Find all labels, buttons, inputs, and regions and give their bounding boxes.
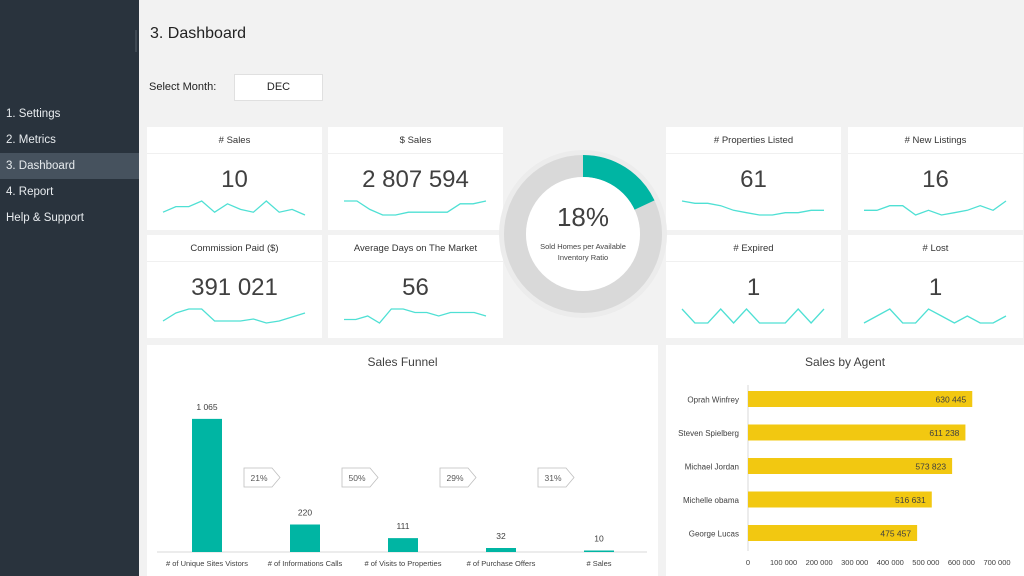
sparkline-line bbox=[681, 308, 825, 324]
kpi-value: 10 bbox=[221, 166, 248, 193]
sidebar-item-metrics[interactable]: 2. Metrics bbox=[0, 127, 139, 153]
sparkline bbox=[344, 200, 487, 216]
sparkline bbox=[162, 200, 306, 216]
kpi-title: # New Listings bbox=[848, 127, 1023, 154]
sparkline bbox=[162, 308, 306, 324]
donut-caption-line2: Inventory Ratio bbox=[557, 253, 609, 262]
sparkline-line bbox=[344, 308, 487, 324]
kpi-card-sales-amount: $ Sales 2 807 594 bbox=[328, 127, 503, 230]
funnel-category-label: # of Informations Calls bbox=[268, 559, 343, 568]
kpi-title: Commission Paid ($) bbox=[147, 235, 322, 262]
sales-by-agent-chart: Oprah Winfrey 630 445 Steven Spielberg 611 … bbox=[678, 385, 1011, 567]
funnel-bar-value: 111 bbox=[397, 521, 410, 531]
kpi-title: $ Sales bbox=[328, 127, 503, 154]
month-label: Select Month: bbox=[149, 81, 217, 93]
agent-x-tick-label: 700 000 bbox=[983, 558, 1010, 567]
funnel-conversion-rate: 31% bbox=[544, 473, 561, 483]
inventory-ratio-donut: 18% Sold Homes per Available Inventory R… bbox=[493, 140, 673, 330]
kpi-title: # Lost bbox=[848, 235, 1023, 262]
page-title: 3. Dashboard bbox=[150, 25, 247, 42]
funnel-bar bbox=[584, 550, 614, 552]
sparkline bbox=[681, 308, 825, 324]
donut-caption: Sold Homes per Available Inventory Ratio bbox=[533, 241, 633, 263]
agent-bar-value: 611 238 bbox=[929, 428, 959, 438]
kpi-title: # Expired bbox=[666, 235, 841, 262]
sparkline bbox=[681, 200, 824, 216]
kpi-value: 61 bbox=[740, 166, 767, 193]
kpi-title: Average Days on The Market bbox=[328, 235, 503, 262]
agent-name-label: Michael Jordan bbox=[685, 463, 739, 472]
sparkline-line bbox=[863, 308, 1007, 324]
agent-x-tick-label: 100 000 bbox=[770, 558, 797, 567]
sparkline-line bbox=[681, 200, 824, 216]
funnel-category-label: # of Unique Sites Vistors bbox=[166, 559, 248, 568]
funnel-bar bbox=[290, 524, 320, 552]
sparkline bbox=[864, 200, 1007, 216]
sidebar-item-help-support[interactable]: Help & Support bbox=[0, 205, 139, 231]
sparkline-line bbox=[864, 200, 1007, 216]
agent-bar-value: 516 631 bbox=[895, 495, 926, 505]
sidebar-item-dashboard[interactable]: 3. Dashboard bbox=[0, 153, 139, 179]
sparkline bbox=[344, 308, 487, 324]
funnel-bar-value: 32 bbox=[496, 531, 506, 541]
agent-x-tick-label: 300 000 bbox=[841, 558, 868, 567]
funnel-category-label: # of Purchase Offers bbox=[467, 559, 536, 568]
kpi-card-lost: # Lost 1 bbox=[848, 235, 1023, 338]
sidebar-item-report[interactable]: 4. Report bbox=[0, 179, 139, 205]
agent-name-label: Steven Spielberg bbox=[678, 429, 739, 438]
funnel-conversion-rate: 50% bbox=[348, 473, 365, 483]
agent-x-tick-label: 0 bbox=[746, 558, 750, 567]
kpi-card-avg-days-market: Average Days on The Market 56 bbox=[328, 235, 503, 338]
sidebar-item-settings[interactable]: 1. Settings bbox=[0, 101, 139, 127]
kpi-title: # Properties Listed bbox=[666, 127, 841, 154]
sidebar: 1. Settings 2. Metrics 3. Dashboard 4. R… bbox=[0, 0, 139, 576]
agent-name-label: Oprah Winfrey bbox=[687, 396, 739, 405]
kpi-card-properties-listed: # Properties Listed 61 bbox=[666, 127, 841, 230]
sparkline-line bbox=[162, 200, 306, 216]
funnel-bar-value: 220 bbox=[298, 508, 312, 518]
sparkline-line bbox=[162, 308, 306, 324]
kpi-value: 16 bbox=[922, 166, 949, 193]
funnel-conversion-rate: 29% bbox=[446, 473, 463, 483]
funnel-conversion-rate: 21% bbox=[250, 473, 267, 483]
agent-name-label: Michelle obama bbox=[683, 496, 740, 505]
donut-caption-line1: Sold Homes per Available bbox=[540, 242, 626, 251]
kpi-value: 2 807 594 bbox=[362, 166, 469, 193]
sales-funnel-panel: Sales Funnel 1 065 # of Unique Sites Vist… bbox=[147, 345, 658, 576]
sales-by-agent-panel: Sales by Agent Oprah Winfrey 630 445 Steve… bbox=[666, 345, 1024, 576]
donut-svg bbox=[499, 150, 667, 318]
kpi-value: 391 021 bbox=[191, 274, 278, 301]
agent-x-tick-label: 200 000 bbox=[806, 558, 833, 567]
kpi-value: 56 bbox=[402, 274, 429, 301]
agent-bar-value: 475 457 bbox=[880, 529, 911, 539]
agent-bar-value: 573 823 bbox=[915, 462, 946, 472]
funnel-bar bbox=[192, 418, 222, 552]
funnel-bar bbox=[486, 548, 516, 552]
funnel-category-label: # Sales bbox=[586, 559, 611, 568]
donut-value: 18% bbox=[556, 202, 610, 232]
sparkline bbox=[863, 308, 1007, 324]
sidebar-nav: 1. Settings 2. Metrics 3. Dashboard 4. R… bbox=[0, 101, 139, 231]
donut-center bbox=[526, 177, 640, 291]
sparkline-line bbox=[344, 200, 487, 216]
kpi-card-commission-paid: Commission Paid ($) 391 021 bbox=[147, 235, 322, 338]
sidebar-resize-handle[interactable] bbox=[135, 30, 137, 52]
agent-x-tick-label: 400 000 bbox=[877, 558, 904, 567]
agent-x-tick-label: 500 000 bbox=[912, 558, 939, 567]
agent-bar-value: 630 445 bbox=[936, 395, 967, 405]
sales-funnel-chart: 1 065 # of Unique Sites Vistors 220 # of In… bbox=[157, 402, 647, 568]
kpi-title: # Sales bbox=[147, 127, 322, 154]
funnel-bar-value: 10 bbox=[594, 534, 604, 544]
kpi-value: 1 bbox=[928, 274, 943, 301]
kpi-card-sales-count: # Sales 10 bbox=[147, 127, 322, 230]
kpi-card-expired: # Expired 1 bbox=[666, 235, 841, 338]
funnel-category-label: # of Visits to Properties bbox=[365, 559, 442, 568]
kpi-card-new-listings: # New Listings 16 bbox=[848, 127, 1023, 230]
funnel-bar-value: 1 065 bbox=[196, 402, 218, 412]
agent-name-label: George Lucas bbox=[689, 530, 739, 539]
funnel-bar bbox=[388, 538, 418, 552]
agent-x-tick-label: 600 000 bbox=[948, 558, 975, 567]
month-select[interactable]: DEC bbox=[234, 74, 323, 101]
kpi-value: 1 bbox=[746, 274, 761, 301]
